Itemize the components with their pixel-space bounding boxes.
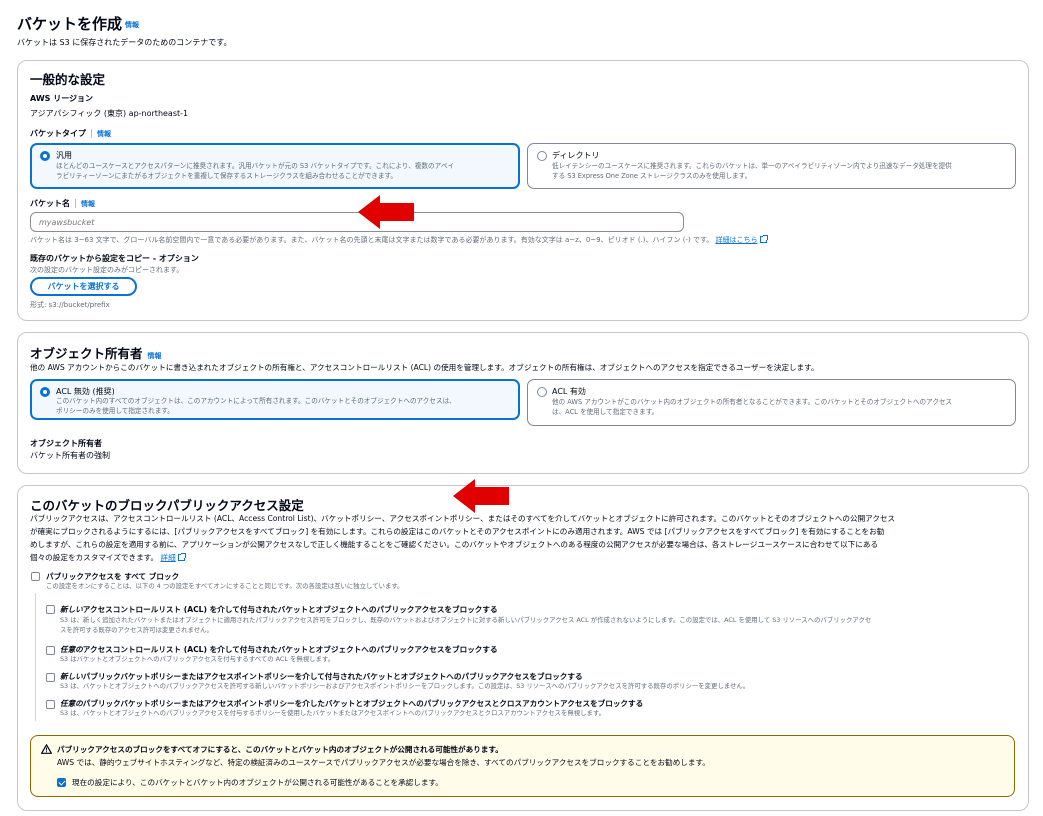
ownership-desc: 他の AWS アカウントからこのバケットに書き込まれたオブジェクトの所有権と、ア… [30,363,819,372]
block-desc-4: 個々の設定をカスタマイズできます。 [30,553,159,562]
block-heading: このバケットのブロックパブリックアクセス設定 [30,498,304,513]
block-new-acl-desc-1: S3 は、新しく追加されたバケットまたはオブジェクトに適用されたパブリックアクセ… [60,616,872,624]
bucket-name-label-row: バケット名 情報 [30,198,95,209]
general-purpose-desc-1: ほとんどのユースケースとアクセスパターンに推奨されます。汎用バケットが元の S3… [56,162,455,170]
acl-enabled-desc-1: 他の AWS アカウントがこのバケット内のオブジェクトの所有者となることができま… [552,398,953,406]
acknowledge-checkbox[interactable] [57,778,66,787]
acl-disabled-option[interactable]: ACL 無効 (推奨) このバケット内のすべてのオブジェクトは、このアカウントに… [30,379,520,420]
general-purpose-radio[interactable] [40,151,50,161]
block-new-policy-checkbox[interactable] [46,673,55,682]
warning-icon [41,744,52,754]
bucket-type-info-link[interactable]: 情報 [97,130,111,138]
block-new-acl-checkbox[interactable] [46,605,55,614]
acl-disabled-radio[interactable] [40,387,50,397]
object-owner-value: バケット所有者の強制 [30,451,110,460]
region-label: AWS リージョン [30,94,94,103]
warning-desc: AWS では、静的ウェブサイトホスティングなど、特定の検証済みのユースケースでパ… [57,758,710,767]
general-purpose-desc-2: ラビリティーゾーンにまたがるオブジェクトを重複して保存するストレージクラスを組み… [56,172,398,180]
bucket-type-label-row: バケットタイプ 情報 [30,128,111,139]
directory-desc-2: する S3 Express One Zone ストレージクラスのみを使用します。 [552,172,752,180]
object-owner-label: オブジェクト所有者 [30,439,102,448]
acknowledge-label: 現在の設定により、このバケットとバケット内のオブジェクトが公開される可能性がある… [72,778,443,787]
page-subtitle: バケットは S3 に保存されたデータのためのコンテナです。 [17,38,232,47]
block-any-acl-checkbox[interactable] [46,646,55,655]
bucket-type-label: バケットタイプ [30,129,86,138]
block-all-desc: この設定をオンにすることは、以下の 4 つの設定をすべてオンにすることと同じです… [46,582,404,590]
block-desc-3: めしますが、これらの設定を適用する前に、アプリケーションが公開アクセスなしで正し… [30,540,879,549]
acl-enabled-radio[interactable] [537,387,547,397]
block-any-policy-checkbox[interactable] [46,700,55,709]
copy-settings-label: 既存のバケットから設定をコピー - オプション [30,254,199,263]
block-any-policy-title-row: 任意のパブリックバケットポリシーまたはアクセスポイントポリシーを介したバケットと… [60,699,644,708]
directory-title: ディレクトリ [552,151,600,160]
directory-desc-1: 低レイテンシーのユースケースに推奨されます。これらのバケットは、単一のアベイラビ… [552,162,952,170]
acl-disabled-desc-1: このバケット内のすべてのオブジェクトは、このアカウントによって所有されます。この… [56,397,456,405]
bucket-type-directory[interactable]: ディレクトリ 低レイテンシーのユースケースに推奨されます。これらのバケットは、単… [527,143,1016,189]
block-desc-2: が確実にブロックされるようにするには、[パブリックアクセスをすべてブロック] を… [30,527,885,536]
external-link-icon [177,553,186,561]
ownership-info-link[interactable]: 情報 [148,352,162,360]
block-new-policy-desc: S3 は、バケットとオブジェクトへのパブリックアクセスを許可する新しいバケットポ… [60,682,750,690]
bucket-name-info-link[interactable]: 情報 [81,200,95,208]
annotation-arrow-icon [453,479,509,513]
block-any-policy-desc: S3 は、バケットとオブジェクトへのパブリックアクセスを付与するポリシーを使用し… [60,709,606,717]
choose-bucket-button[interactable]: バケットを選択する [30,277,137,296]
block-any-acl-desc: S3 はバケットとオブジェクトへのパブリックアクセスを付与するすべての ACL … [60,655,335,663]
bucket-name-learn-more-link[interactable]: 詳細はこちら [716,236,758,244]
bucket-name-hint-row: バケット名は 3~63 文字で、グローバル名前空間内で一意である必要があります。… [30,235,768,245]
format-hint: 形式: s3://bucket/prefix [30,301,110,309]
page-info-link[interactable]: 情報 [125,20,139,30]
ownership-heading-row: オブジェクト所有者 情報 [30,343,162,362]
block-all-title: パブリックアクセスを すべて ブロック [46,572,180,581]
block-any-acl-title-row: 任意のアクセスコントロールリスト (ACL) を介して付与されたバケットとオブジ… [60,645,498,654]
block-new-acl-desc-2: スを許可する既存のアクセス許可は変更されません。 [60,626,213,634]
bucket-name-input[interactable] [30,212,684,232]
block-desc-4-row: 個々の設定をカスタマイズできます。 詳細 [30,552,186,563]
block-all-checkbox[interactable] [31,572,40,581]
block-desc-1: パブリックアクセスは、アクセスコントロールリスト (ACL、Access Con… [30,514,896,523]
general-heading: 一般的な設定 [30,72,106,87]
block-learn-more-link[interactable]: 詳細 [161,553,176,562]
annotation-arrow-icon [358,195,414,229]
public-access-warning-alert: パブリックアクセスのブロックをすべてオフにすると、このバケットとバケット内のオブ… [30,735,1015,797]
copy-settings-hint: 次の設定のバケット設定のみがコピーされます。 [30,266,184,274]
acl-enabled-option[interactable]: ACL 有効 他の AWS アカウントがこのバケット内のオブジェクトの所有者とな… [527,379,1016,426]
page-title: バケットを作成 [17,15,123,33]
object-ownership-panel: オブジェクト所有者 情報 他の AWS アカウントからこのバケットに書き込まれたオ… [17,332,1029,474]
bucket-type-general-purpose[interactable]: 汎用 ほとんどのユースケースとアクセスパターンに推奨されます。汎用バケットが元の… [30,143,520,189]
block-new-policy-title-row: 新しいパブリックバケットポリシーまたはアクセスポイントポリシーを介して付与された… [60,672,583,681]
directory-radio[interactable] [537,151,547,161]
region-value: アジアパシフィック (東京) ap-northeast-1 [30,109,189,118]
warning-title: パブリックアクセスのブロックをすべてオフにすると、このバケットとバケット内のオブ… [57,745,503,754]
bucket-name-label: バケット名 [30,199,70,208]
bucket-name-hint: バケット名は 3~63 文字で、グローバル名前空間内で一意である必要があります。… [30,236,714,244]
general-purpose-title: 汎用 [56,151,72,160]
acl-disabled-desc-2: ポリシーのみを使用して指定されます。 [56,407,174,415]
external-link-icon [759,235,768,243]
block-new-acl-title-row: 新しいアクセスコントロールリスト (ACL) を介して付与されたバケットとオブジ… [60,605,498,614]
ownership-heading: オブジェクト所有者 [30,346,143,361]
option-indent-line [35,593,36,721]
acl-enabled-desc-2: は、ACL を使用して指定できます。 [552,408,659,416]
acl-enabled-title: ACL 有効 [552,387,586,396]
general-settings-panel: 一般的な設定 AWS リージョン アジアパシフィック (東京) ap-north… [17,60,1029,321]
